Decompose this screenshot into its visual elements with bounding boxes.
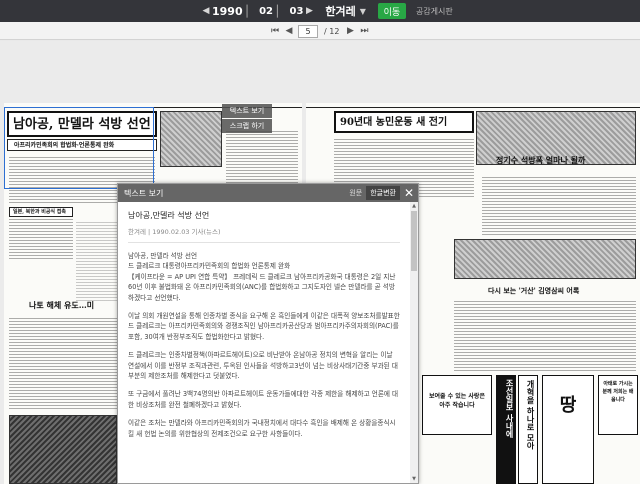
- article-text-block: [482, 175, 636, 235]
- year-value[interactable]: 1990: [212, 5, 243, 18]
- right-second-headline[interactable]: 정기수 석방폭 얼마나 될까: [492, 153, 612, 169]
- page-total: / 12: [324, 26, 340, 36]
- year-prev-icon[interactable]: ◀: [200, 6, 212, 16]
- scroll-thumb[interactable]: [411, 211, 417, 271]
- newspaper-viewer: 남아공, 만델라 석방 선언 아프리카민족회의 합법화·언론통제 완화 일본, …: [0, 41, 640, 484]
- prev-page-icon[interactable]: ◀: [282, 26, 296, 36]
- vertical-ad-1[interactable]: 조선일보 사내에: [496, 375, 516, 484]
- bottom-right-box[interactable]: 아태로 가시는 분께 저희는 배웁니다: [598, 375, 638, 435]
- popup-body: 남아공,만델라 석방 선언 한겨레 | 1990.02.03 기사(뉴스) 남아…: [118, 202, 410, 483]
- text-view-button[interactable]: 텍스트 보기: [222, 104, 272, 118]
- newspaper-select[interactable]: 한겨레 ▼: [325, 3, 366, 19]
- article-title: 남아공,만델라 석방 선언: [128, 211, 210, 220]
- popup-title: 텍스트 보기: [124, 188, 164, 198]
- popup-scrollbar[interactable]: ▲ ▼: [410, 202, 418, 483]
- illustration-photo: [454, 239, 636, 279]
- guide-link[interactable]: 공감게시판: [416, 6, 453, 17]
- last-page-icon[interactable]: ⏭: [357, 26, 371, 36]
- date-selector: ◀ 1990 ▏ 02 ▏ 03 ▶ 한겨레 ▼ 이동 공감게시판: [200, 2, 453, 20]
- japan-box[interactable]: 일본, 북한과 비공식 접촉: [9, 207, 73, 217]
- right-main-headline[interactable]: 90년대 농민운동 새 전기: [334, 111, 474, 133]
- lang-original-tab[interactable]: 원문: [349, 188, 362, 198]
- scrap-button[interactable]: 스크랩 하기: [222, 119, 272, 133]
- go-button[interactable]: 이동: [377, 3, 406, 19]
- day-next-icon[interactable]: ▶: [303, 6, 315, 16]
- mandela-photo: [160, 111, 222, 167]
- article-text-block: [76, 221, 120, 301]
- article-meta: 한겨레 | 1990.02.03 기사(뉴스): [128, 226, 400, 243]
- vertical-ad-2[interactable]: 개혁을 하나로 모아: [518, 375, 538, 484]
- article-text-block: [9, 219, 73, 259]
- article-paragraph: 이날 의회 개원연설을 통해 인종차별 종식을 요구해 온 흑인들에게 이같은 …: [128, 312, 400, 341]
- quote-banner[interactable]: 다시 보는 '거산' 김영삼씨 어록: [482, 285, 636, 297]
- month-value[interactable]: 02: [259, 6, 273, 17]
- date-separator-icon: ▏: [246, 4, 256, 18]
- newspaper-name: 한겨레: [325, 5, 356, 18]
- article-paragraph: 남아공, 만델라 석방 선언 드 클레르크 대통령아프리카민족회의 합법화 언론…: [128, 252, 396, 302]
- article-paragraph: 또 구금에서 풀려난 3백74명의반 아파르트헤이트 운동가들에대한 각종 제한…: [128, 390, 399, 409]
- page-header-rule: [306, 103, 640, 108]
- article-action-buttons: 텍스트 보기 스크랩 하기: [222, 104, 272, 134]
- article-text-block: [454, 301, 636, 371]
- article-paragraph: 이같은 조처는 만델라와 아프리카민족회의가 국내정치에서 대다수 흑인을 배제…: [128, 419, 396, 438]
- top-toolbar: ◀ 1990 ▏ 02 ▏ 03 ▶ 한겨레 ▼ 이동 공감게시판: [0, 0, 640, 22]
- article-text-block: [9, 317, 117, 409]
- scroll-up-icon[interactable]: ▲: [410, 202, 418, 210]
- next-page-icon[interactable]: ▶: [343, 26, 357, 36]
- page-navigation-bar: ⏮ ◀ 5 / 12 ▶ ⏭: [0, 22, 640, 40]
- charity-ad[interactable]: 보여줄 수 있는 사랑은 아주 작습니다: [422, 375, 492, 435]
- page-number-input[interactable]: 5: [298, 24, 318, 38]
- crowd-photo: [9, 415, 117, 484]
- day-value[interactable]: 03: [289, 6, 303, 17]
- close-icon[interactable]: ✕: [400, 186, 418, 200]
- date-separator-icon: ▏: [277, 4, 286, 18]
- land-ad[interactable]: 땅: [542, 375, 594, 484]
- first-page-icon[interactable]: ⏮: [268, 26, 282, 36]
- scroll-down-icon[interactable]: ▼: [410, 475, 418, 483]
- text-view-popup: 텍스트 보기 원문 한글변환 ✕ 남아공,만델라 석방 선언 한겨레 | 199…: [117, 183, 419, 484]
- pager: ⏮ ◀ 5 / 12 ▶ ⏭: [268, 24, 371, 38]
- chevron-down-icon: ▼: [359, 6, 366, 16]
- popup-header: 텍스트 보기 원문 한글변환 ✕: [118, 184, 418, 202]
- lang-modern-tab[interactable]: 한글변환: [366, 186, 400, 200]
- nato-headline[interactable]: 나토 해체 유도…미: [9, 299, 117, 313]
- article-selection-frame[interactable]: [4, 107, 154, 189]
- article-paragraph: 드 클레르크는 인종차별정책(아파르트헤이트)으로 비난받아 온남아공 정치의 …: [128, 351, 398, 381]
